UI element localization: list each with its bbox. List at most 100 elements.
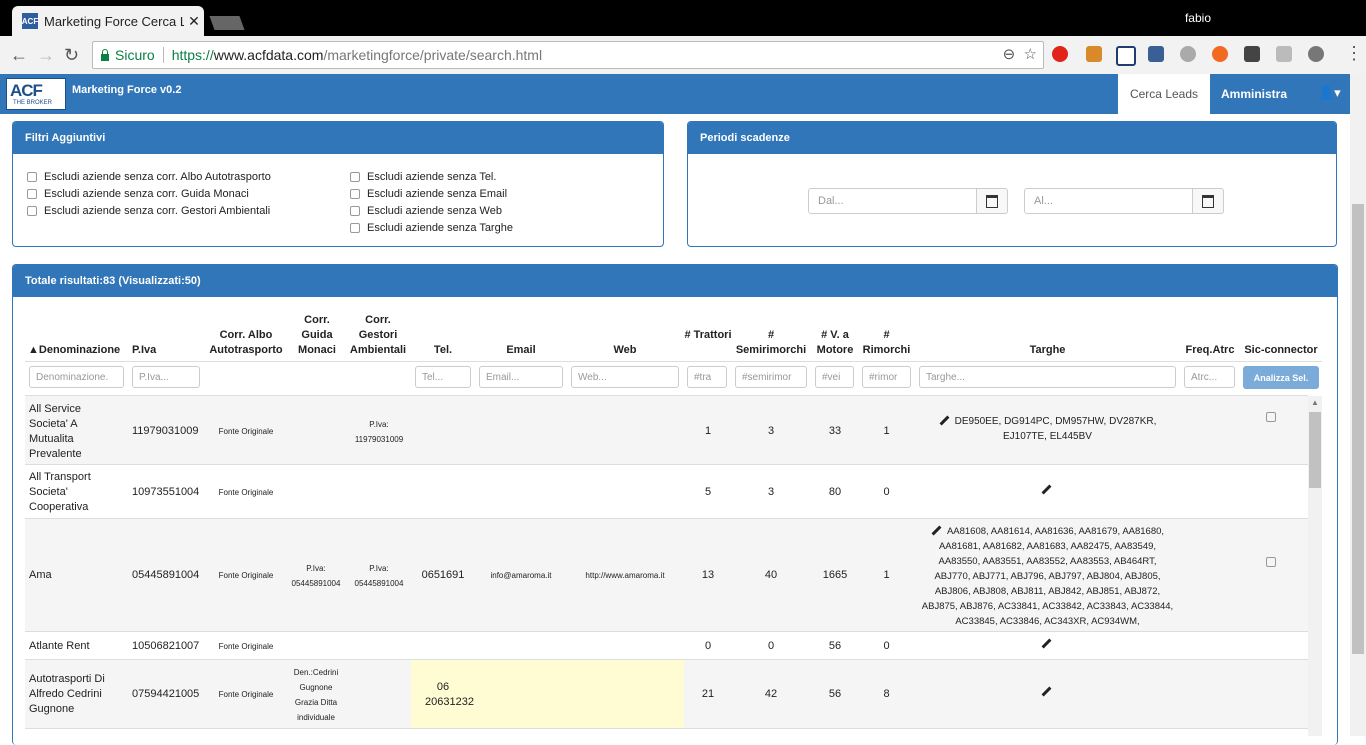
filter-semirimorchi-input[interactable]: #semirimor bbox=[735, 366, 807, 388]
col-targhe[interactable]: Targhe bbox=[919, 343, 1176, 358]
col-sic[interactable]: Sic-connector bbox=[1241, 343, 1321, 358]
row-name[interactable]: Atlante Rent bbox=[29, 639, 90, 654]
filter-gestori-checkbox[interactable]: Escludi aziende senza corr. Gestori Ambi… bbox=[27, 202, 271, 219]
row-piva: 07594421005 bbox=[132, 688, 200, 700]
row-select-checkbox[interactable] bbox=[1266, 557, 1276, 567]
acf-logo[interactable]: ACF THE BROKER bbox=[6, 78, 66, 110]
filter-targhe-checkbox[interactable]: Escludi aziende senza Targhe bbox=[350, 219, 513, 236]
filter-denominazione-input[interactable]: Denominazione. bbox=[29, 366, 124, 388]
col-semirimorchi[interactable]: # Semirimorchi bbox=[733, 328, 809, 358]
nav-amministra[interactable]: Amministra bbox=[1221, 87, 1287, 101]
close-tab-icon[interactable]: ✕ bbox=[184, 13, 204, 30]
address-bar[interactable]: Sicuro https:// www.acfdata.com /marketi… bbox=[92, 41, 1044, 69]
back-icon[interactable]: ← bbox=[10, 45, 28, 66]
filter-email-input[interactable]: Email... bbox=[479, 366, 563, 388]
star-icon[interactable]: ☆ bbox=[1024, 46, 1037, 63]
row-targhe[interactable] bbox=[1041, 483, 1057, 498]
filter-tel-input[interactable]: Tel... bbox=[415, 366, 471, 388]
row-targhe[interactable] bbox=[1041, 685, 1057, 700]
fingerprint-extension-icon[interactable] bbox=[1180, 46, 1196, 62]
row-targhe[interactable] bbox=[1041, 637, 1057, 652]
brand-title[interactable]: Marketing Force v0.2 bbox=[72, 84, 181, 96]
col-tel[interactable]: Tel. bbox=[415, 343, 471, 358]
browser-user: fabio bbox=[1184, 11, 1211, 25]
opera-extension-icon[interactable] bbox=[1052, 46, 1068, 62]
film-extension-icon[interactable] bbox=[1308, 46, 1324, 62]
edit-icon bbox=[931, 525, 942, 536]
col-piva[interactable]: P.Iva bbox=[132, 343, 156, 358]
omnibox-icons: ⊖ ☆ bbox=[1003, 45, 1037, 63]
row-name[interactable]: All Service Societa' A Mutualita Prevale… bbox=[29, 402, 119, 462]
filter-rimorchi-input[interactable]: #rimor bbox=[862, 366, 911, 388]
edit-icon bbox=[1041, 484, 1052, 495]
results-title: Totale risultati:83 (Visualizzati:50) bbox=[13, 265, 1337, 297]
reload-icon[interactable]: ↻ bbox=[64, 45, 79, 66]
row-name[interactable]: Autotrasporti Di Alfredo Cedrini Gugnone bbox=[29, 672, 124, 717]
n-extension-icon[interactable] bbox=[1116, 46, 1136, 66]
filter-guida-checkbox[interactable]: Escludi aziende senza corr. Guida Monaci bbox=[27, 185, 271, 202]
edit-icon bbox=[939, 415, 950, 426]
page-scrollbar[interactable] bbox=[1350, 74, 1366, 736]
filter-trattori-input[interactable]: #tra bbox=[687, 366, 727, 388]
forward-icon[interactable]: → bbox=[37, 45, 55, 66]
filters-right-column: Escludi aziende senza Tel. Escludi azien… bbox=[350, 168, 513, 236]
row-email[interactable]: info@amaroma.it bbox=[479, 568, 563, 583]
col-gestori[interactable]: Corr. Gestori Ambientali bbox=[346, 313, 410, 358]
new-tab-button[interactable] bbox=[209, 16, 245, 30]
filter-targhe-input[interactable]: Targhe... bbox=[919, 366, 1176, 388]
col-guida[interactable]: Corr. Guida Monaci bbox=[291, 313, 343, 358]
filter-email-checkbox[interactable]: Escludi aziende senza Email bbox=[350, 185, 513, 202]
row-tel: 0651691 bbox=[421, 569, 465, 581]
row-web[interactable]: http://www.amaroma.it bbox=[571, 568, 679, 583]
row-semirimorchi: 40 bbox=[764, 569, 778, 581]
filter-web-input[interactable]: Web... bbox=[571, 366, 679, 388]
filter-tel-checkbox[interactable]: Escludi aziende senza Tel. bbox=[350, 168, 513, 185]
row-albo: Fonte Originale bbox=[218, 427, 274, 436]
orange-extension-icon[interactable] bbox=[1212, 46, 1228, 62]
date-to-input[interactable]: Al... bbox=[1024, 188, 1193, 214]
analyze-selected-button[interactable]: Analizza Sel. bbox=[1243, 366, 1319, 389]
col-rimorchi[interactable]: # Rimorchi bbox=[860, 328, 913, 358]
table-row[interactable]: Atlante Rent 10506821007 Fonte Originale… bbox=[25, 631, 1308, 660]
table-row[interactable]: All Transport Societa' Cooperativa 10973… bbox=[25, 464, 1308, 519]
nav-cerca-leads[interactable]: Cerca Leads bbox=[1118, 74, 1210, 114]
row-select-checkbox[interactable] bbox=[1266, 412, 1276, 422]
table-row[interactable] bbox=[25, 728, 1308, 736]
row-gestori: P.Iva: 05445891004 bbox=[354, 564, 404, 588]
filter-piva-input[interactable]: P.Iva... bbox=[132, 366, 200, 388]
user-menu-icon[interactable]: 👤▾ bbox=[1318, 85, 1341, 101]
calendar-from-button[interactable] bbox=[977, 188, 1008, 214]
calendar-to-button[interactable] bbox=[1193, 188, 1224, 214]
table-row[interactable]: Ama 05445891004 Fonte Originale P.Iva: 0… bbox=[25, 518, 1308, 632]
zoom-icon[interactable]: ⊖ bbox=[1003, 46, 1016, 63]
row-guida: Den.:Cedrini Gugnone Grazia Ditta indivi… bbox=[293, 668, 339, 722]
row-semirimorchi: 0 bbox=[767, 640, 775, 652]
filter-motore-input[interactable]: #vei bbox=[815, 366, 854, 388]
eyedropper-extension-icon[interactable] bbox=[1148, 46, 1164, 62]
calendar-icon bbox=[986, 194, 998, 208]
row-name[interactable]: All Transport Societa' Cooperativa bbox=[29, 470, 119, 515]
filter-albo-checkbox[interactable]: Escludi aziende senza corr. Albo Autotra… bbox=[27, 168, 271, 185]
scroll-up-icon: ▲ bbox=[1311, 398, 1319, 407]
col-denominazione[interactable]: ▲Denominazione bbox=[28, 343, 120, 358]
row-motore: 56 bbox=[828, 688, 842, 700]
date-from-input[interactable]: Dal... bbox=[808, 188, 977, 214]
col-trattori[interactable]: # Trattori bbox=[684, 328, 732, 343]
row-gestori: P.Iva: 11979031009 bbox=[354, 420, 404, 444]
key-extension-icon[interactable] bbox=[1086, 46, 1102, 62]
col-web[interactable]: Web bbox=[571, 343, 679, 358]
page-extension-icon[interactable] bbox=[1276, 46, 1292, 62]
table-scrollbar[interactable]: ▲ bbox=[1308, 396, 1322, 736]
col-motore[interactable]: # V. a Motore bbox=[812, 328, 858, 358]
filter-freq-input[interactable]: Atrc... bbox=[1184, 366, 1235, 388]
row-name[interactable]: Ama bbox=[29, 568, 52, 583]
browser-tab[interactable]: ACF Marketing Force Cerca Le ✕ bbox=[12, 6, 204, 36]
m-extension-icon[interactable] bbox=[1244, 46, 1260, 62]
filter-web-checkbox[interactable]: Escludi aziende senza Web bbox=[350, 202, 513, 219]
table-row[interactable]: Autotrasporti Di Alfredo Cedrini Gugnone… bbox=[25, 659, 1308, 729]
col-email[interactable]: Email bbox=[479, 343, 563, 358]
col-albo[interactable]: Corr. Albo Autotrasporto bbox=[204, 328, 288, 358]
table-row[interactable]: All Service Societa' A Mutualita Prevale… bbox=[25, 395, 1308, 465]
col-freq[interactable]: Freq.Atrc bbox=[1180, 343, 1240, 358]
menu-icon[interactable]: ⋮ bbox=[1345, 43, 1363, 64]
